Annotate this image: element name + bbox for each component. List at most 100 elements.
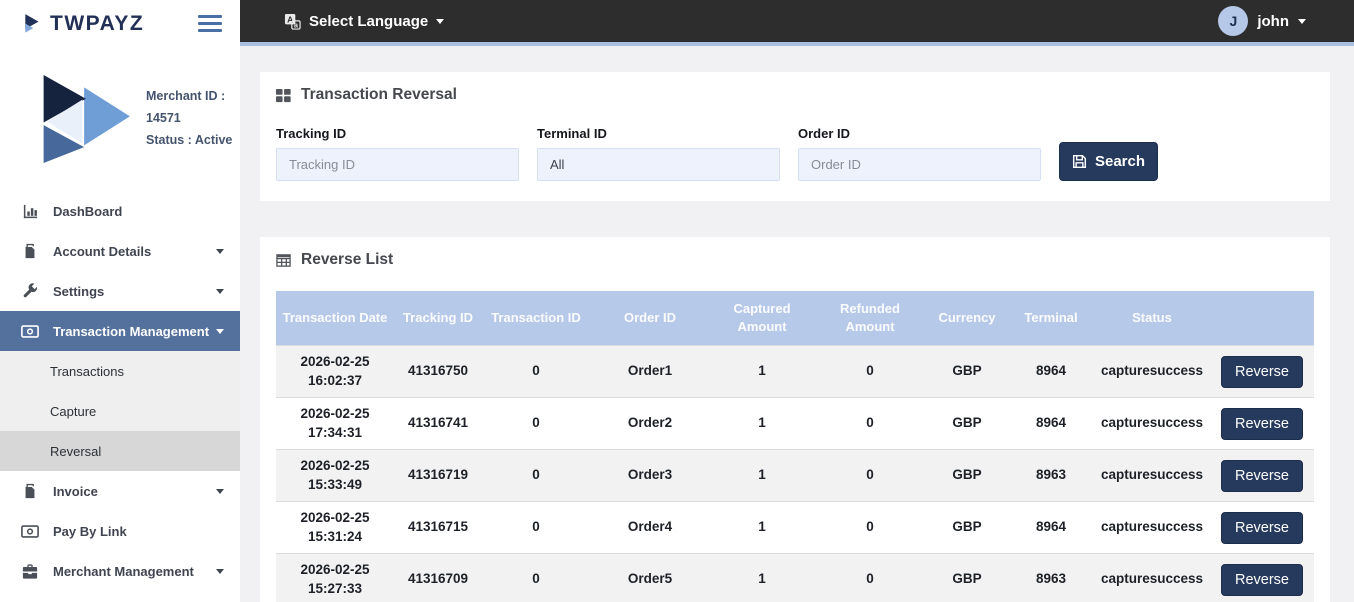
table-header-row: Transaction Date Tracking ID Transaction… [276, 291, 1314, 346]
sidebar-subitem-reversal[interactable]: Reversal [0, 431, 240, 471]
reverse-button[interactable]: Reverse [1221, 512, 1303, 544]
table-row: 2026-02-2515:33:49 41316719 0 Order3 1 0… [276, 450, 1314, 502]
cell-status: capturesuccess [1094, 554, 1210, 602]
money-bill-icon [20, 325, 40, 338]
reverse-button[interactable]: Reverse [1221, 460, 1303, 492]
cell-refunded-amount: 0 [814, 450, 926, 502]
cell-transaction-id: 0 [482, 398, 590, 450]
hamburger-menu-icon[interactable] [196, 11, 224, 36]
cell-captured-amount: 1 [710, 450, 814, 502]
cell-tracking-id: 41316715 [394, 502, 482, 554]
sidebar-subitem-label: Reversal [50, 444, 101, 459]
tracking-id-input[interactable] [276, 148, 519, 181]
sidebar-item-label: Invoice [53, 484, 216, 499]
sidebar-menu: DashBoard Account Details Settings [0, 191, 240, 591]
sidebar-item-account-details[interactable]: Account Details [0, 231, 240, 271]
cell-transaction-date: 2026-02-2515:27:33 [276, 554, 394, 602]
terminal-id-label: Terminal ID [537, 126, 780, 141]
sidebar-subitem-label: Capture [50, 404, 96, 419]
brand-link[interactable]: TWPAYZ [22, 12, 144, 36]
app-root: TWPAYZ Merchant ID : 14571 Status : Acti… [0, 0, 1354, 602]
col-currency: Currency [926, 291, 1008, 346]
cell-terminal: 8964 [1008, 502, 1094, 554]
cell-transaction-id: 0 [482, 346, 590, 398]
user-menu[interactable]: J john [1218, 6, 1306, 36]
chevron-down-icon [216, 329, 224, 334]
cell-order-id: Order5 [590, 554, 710, 602]
sidebar-item-dashboard[interactable]: DashBoard [0, 191, 240, 231]
cell-transaction-date: 2026-02-2515:31:24 [276, 502, 394, 554]
sidebar-subitem-label: Transactions [50, 364, 124, 379]
cell-status: capturesuccess [1094, 346, 1210, 398]
sidebar-subitem-transactions[interactable]: Transactions [0, 351, 240, 391]
cell-status: capturesuccess [1094, 398, 1210, 450]
chart-bar-icon [20, 203, 40, 220]
panel-title-text: Transaction Reversal [301, 86, 457, 104]
table-icon [276, 253, 291, 268]
cell-tracking-id: 41316750 [394, 346, 482, 398]
merchant-block: Merchant ID : 14571 Status : Active [34, 75, 240, 163]
sidebar-item-label: Transaction Management [53, 324, 216, 339]
chevron-down-icon [216, 489, 224, 494]
sidebar-item-merchant-management[interactable]: Merchant Management [0, 551, 240, 591]
col-terminal: Terminal [1008, 291, 1094, 346]
search-button[interactable]: Search [1059, 142, 1158, 181]
file-copy-icon [20, 243, 40, 259]
chevron-down-icon [216, 289, 224, 294]
sidebar-item-label: Settings [53, 284, 216, 299]
cell-refunded-amount: 0 [814, 398, 926, 450]
svg-text:a: a [294, 21, 298, 29]
cell-transaction-id: 0 [482, 502, 590, 554]
cell-currency: GBP [926, 398, 1008, 450]
cell-captured-amount: 1 [710, 398, 814, 450]
search-button-label: Search [1095, 153, 1145, 170]
cell-transaction-id: 0 [482, 450, 590, 502]
merchant-status-text: Status : Active [146, 130, 240, 152]
cell-status: capturesuccess [1094, 502, 1210, 554]
sidebar: TWPAYZ Merchant ID : 14571 Status : Acti… [0, 0, 240, 602]
cell-currency: GBP [926, 502, 1008, 554]
sidebar-subitem-capture[interactable]: Capture [0, 391, 240, 431]
cell-action: Reverse [1210, 450, 1314, 502]
sidebar-item-transaction-management[interactable]: Transaction Management [0, 311, 240, 351]
order-id-input[interactable] [798, 148, 1041, 181]
cell-action: Reverse [1210, 346, 1314, 398]
sidebar-item-invoice[interactable]: Invoice [0, 471, 240, 511]
transaction-reversal-panel: Transaction Reversal Tracking ID Termina… [260, 72, 1330, 201]
cell-terminal: 8964 [1008, 398, 1094, 450]
sidebar-item-label: Account Details [53, 244, 216, 259]
cell-refunded-amount: 0 [814, 502, 926, 554]
th-large-icon [276, 88, 291, 103]
sidebar-item-label: Pay By Link [53, 524, 224, 539]
chevron-down-icon [216, 569, 224, 574]
terminal-id-select[interactable]: All [537, 148, 780, 181]
cell-tracking-id: 41316709 [394, 554, 482, 602]
col-transaction-date: Transaction Date [276, 291, 394, 346]
cell-captured-amount: 1 [710, 502, 814, 554]
cell-currency: GBP [926, 450, 1008, 502]
table-row: 2026-02-2515:31:24 41316715 0 Order4 1 0… [276, 502, 1314, 554]
col-transaction-id: Transaction ID [482, 291, 590, 346]
cell-order-id: Order3 [590, 450, 710, 502]
cell-currency: GBP [926, 346, 1008, 398]
reverse-list-panel: Reverse List Transaction Date Tracking I… [260, 237, 1330, 602]
col-refunded-amount: Refunded Amount [814, 291, 926, 346]
reverse-button[interactable]: Reverse [1221, 408, 1303, 440]
brand-name: TWPAYZ [50, 12, 144, 36]
user-name: john [1257, 13, 1289, 30]
reverse-button[interactable]: Reverse [1221, 564, 1303, 596]
language-icon: A a [284, 13, 301, 30]
reverse-button[interactable]: Reverse [1221, 356, 1303, 388]
brand-play-icon [22, 13, 44, 35]
cell-terminal: 8963 [1008, 554, 1094, 602]
cell-refunded-amount: 0 [814, 346, 926, 398]
cell-captured-amount: 1 [710, 346, 814, 398]
sidebar-item-label: DashBoard [53, 204, 224, 219]
cell-order-id: Order4 [590, 502, 710, 554]
cell-order-id: Order2 [590, 398, 710, 450]
sidebar-item-settings[interactable]: Settings [0, 271, 240, 311]
cell-refunded-amount: 0 [814, 554, 926, 602]
language-dropdown[interactable]: A a Select Language [284, 13, 444, 30]
sidebar-item-pay-by-link[interactable]: Pay By Link [0, 511, 240, 551]
table-row: 2026-02-2515:27:33 41316709 0 Order5 1 0… [276, 554, 1314, 602]
